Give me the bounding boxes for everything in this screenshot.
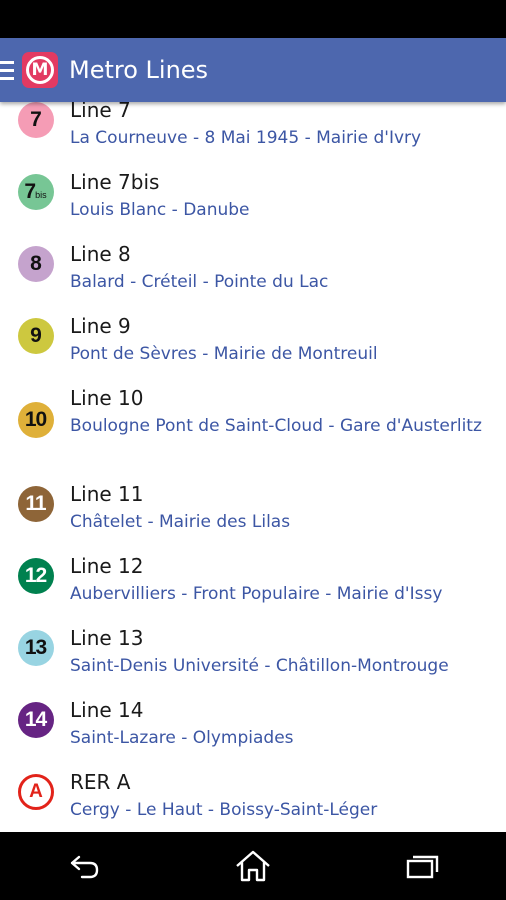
line-badge-container: 11 [0, 474, 70, 546]
line-texts: Line 8 Balard - Créteil - Pointe du Lac [70, 234, 496, 306]
metro-lines-list[interactable]: 7 Line 7 La Courneuve - 8 Mai 1945 - Mairi… [0, 102, 506, 832]
line-badge-label: 8 [30, 252, 42, 275]
line-badge-container: 14 [0, 690, 70, 762]
metro-line-badge: 9 [17, 318, 54, 354]
line-route: Cergy - Le Haut - Boissy-Saint-Léger [70, 800, 378, 820]
metro-line-row[interactable]: 7 Line 7 La Courneuve - 8 Mai 1945 - Mairi… [0, 102, 506, 162]
line-badge-label: 9 [30, 324, 42, 347]
line-name: Line 12 [70, 554, 144, 578]
line-badge-label: 13 [24, 636, 47, 659]
line-name: Line 13 [70, 626, 144, 650]
line-badge-container: 7 [0, 102, 70, 162]
rer-line-badge: A [17, 774, 54, 810]
metro-line-badge: 14 [17, 702, 54, 738]
metro-line-row[interactable]: 13 Line 13 Saint-Denis Université - Châtil… [0, 618, 506, 690]
metro-line-row[interactable]: A RER A Cergy - Le Haut - Boissy-Saint-Lég… [0, 762, 506, 832]
metro-line-badge: 12 [17, 558, 54, 594]
app-bar: M Metro Lines [0, 38, 506, 102]
line-route: Saint-Lazare - Olympiades [70, 728, 294, 748]
recents-button[interactable] [392, 841, 452, 891]
metro-line-badge: 7 bis [17, 174, 54, 210]
back-icon [71, 855, 99, 879]
line-route: Saint-Denis Université - Châtillon-Montr… [70, 656, 449, 676]
metro-line-row[interactable]: 14 Line 14 Saint-Lazare - Olympiades [0, 690, 506, 762]
home-button[interactable] [223, 841, 283, 891]
back-button[interactable] [54, 841, 114, 891]
line-badge-label: 7 [24, 180, 36, 203]
line-name: Line 14 [70, 698, 144, 722]
metro-line-badge: 10 [17, 402, 54, 438]
metro-line-row[interactable]: 11 Line 11 Châtelet - Mairie des Lilas [0, 474, 506, 546]
line-badge-container: 12 [0, 546, 70, 618]
line-name: Line 9 [70, 314, 131, 338]
line-texts: Line 7 La Courneuve - 8 Mai 1945 - Mairie… [70, 102, 496, 162]
line-route: Aubervilliers - Front Populaire - Mairie… [70, 584, 443, 604]
line-badge-label: 12 [24, 564, 47, 587]
line-badge-container: 7 bis [0, 162, 70, 234]
line-route: Châtelet - Mairie des Lilas [70, 512, 291, 532]
line-texts: Line 7bis Louis Blanc - Danube [70, 162, 496, 234]
metro-line-badge: 8 [17, 246, 54, 282]
line-texts: Line 11 Châtelet - Mairie des Lilas [70, 474, 496, 546]
line-route: Pont de Sèvres - Mairie de Montreuil [70, 344, 378, 364]
line-name: Line 7bis [70, 170, 160, 194]
line-badge-container: 9 [0, 306, 70, 378]
metro-line-row[interactable]: 8 Line 8 Balard - Créteil - Pointe du Lac [0, 234, 506, 306]
app-logo[interactable]: M [22, 52, 58, 88]
line-route: Louis Blanc - Danube [70, 200, 250, 220]
line-badge-label: 7 [30, 108, 42, 131]
app-title: Metro Lines [69, 56, 209, 84]
line-texts: RER A Cergy - Le Haut - Boissy-Saint-Lége… [70, 762, 496, 832]
metro-line-badge: 7 [17, 102, 54, 138]
metro-line-badge: 11 [17, 486, 54, 522]
line-name: RER A [70, 770, 131, 794]
line-badge-suffix: bis [35, 190, 47, 200]
metro-line-row[interactable]: 10 Line 10 Boulogne Pont de Saint-Cloud - … [0, 378, 506, 474]
menu-icon[interactable] [0, 38, 20, 102]
line-route: Boulogne Pont de Saint-Cloud - Gare d'Au… [70, 416, 482, 436]
logo-letter: M [26, 56, 54, 84]
line-texts: Line 12 Aubervilliers - Front Populaire -… [70, 546, 496, 618]
line-name: Line 7 [70, 102, 131, 122]
line-route: Balard - Créteil - Pointe du Lac [70, 272, 329, 292]
metro-line-row[interactable]: 12 Line 12 Aubervilliers - Front Populaire… [0, 546, 506, 618]
recents-icon [406, 855, 438, 879]
line-name: Line 10 [70, 386, 144, 410]
metro-line-row[interactable]: 7 bis Line 7bis Louis Blanc - Danube [0, 162, 506, 234]
line-badge-label: A [29, 781, 43, 802]
line-badge-label: 11 [25, 492, 46, 515]
metro-line-badge: 13 [17, 630, 54, 666]
line-name: Line 11 [70, 482, 144, 506]
line-name: Line 8 [70, 242, 131, 266]
metro-line-row[interactable]: 9 Line 9 Pont de Sèvres - Mairie de Montre… [0, 306, 506, 378]
navigation-bar [0, 832, 506, 900]
line-badge-container: 8 [0, 234, 70, 306]
line-texts: Line 13 Saint-Denis Université - Châtillo… [70, 618, 496, 690]
line-texts: Line 10 Boulogne Pont de Saint-Cloud - Ga… [70, 378, 496, 474]
line-badge-container: 13 [0, 618, 70, 690]
home-icon [236, 850, 270, 882]
line-badge-label: 10 [24, 408, 47, 431]
line-texts: Line 14 Saint-Lazare - Olympiades [70, 690, 496, 762]
line-route: La Courneuve - 8 Mai 1945 - Mairie d'Ivr… [70, 128, 422, 148]
line-badge-label: 14 [24, 708, 47, 731]
line-badge-container: A [0, 762, 70, 832]
status-bar [0, 0, 506, 38]
line-badge-container: 10 [0, 378, 70, 474]
line-texts: Line 9 Pont de Sèvres - Mairie de Montreu… [70, 306, 496, 378]
